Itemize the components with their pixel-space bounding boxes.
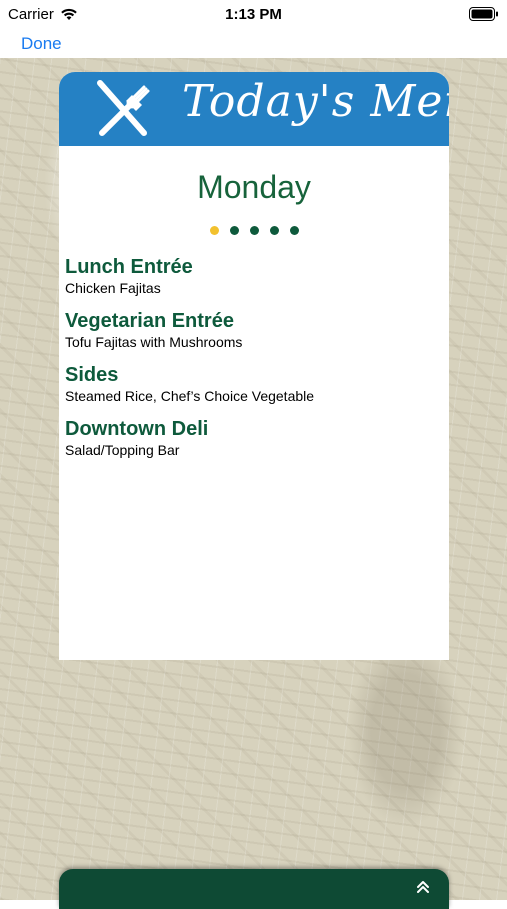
section-title: Downtown Deli (65, 418, 209, 440)
section-items: Salad/Topping Bar (65, 442, 180, 458)
page-dot-5[interactable] (289, 226, 299, 235)
page-dot-4[interactable] (269, 226, 279, 235)
page-dot-1[interactable] (209, 226, 219, 235)
page-indicator (59, 226, 449, 235)
status-time: 1:13 PM (225, 6, 282, 23)
battery-icon (469, 7, 498, 21)
header-title: Today's Menu (182, 76, 449, 127)
section-items: Chicken Fajitas (65, 280, 161, 296)
day-title: Monday (197, 169, 311, 205)
page-dot-3[interactable] (249, 226, 259, 235)
navigation-bar: Done (0, 28, 507, 58)
section-items: Steamed Rice, Chef’s Choice Vegetable (65, 388, 315, 404)
status-bar: Carrier 1:13 PM (0, 0, 507, 28)
menu-card: Today's Menu Monday Lunch Entrée Chicken… (59, 72, 449, 660)
menu-sections: Lunch Entrée Chicken Fajitas Vegetarian … (65, 255, 443, 471)
menu-section-lunch-entree: Lunch Entrée Chicken Fajitas (65, 255, 443, 297)
menu-section-sides: Sides Steamed Rice, Chef’s Choice Vegeta… (65, 363, 443, 405)
section-title: Sides (65, 364, 119, 386)
card-header: Today's Menu (59, 72, 449, 146)
chevron-double-up-icon[interactable] (416, 880, 430, 894)
menu-section-vegetarian-entree: Vegetarian Entrée Tofu Fajitas with Mush… (65, 309, 443, 351)
page-dot-2[interactable] (229, 226, 239, 235)
menu-section-downtown-deli: Downtown Deli Salad/Topping Bar (65, 417, 443, 459)
done-button[interactable]: Done (21, 34, 62, 54)
utensils-icon (97, 80, 150, 136)
section-items: Tofu Fajitas with Mushrooms (65, 334, 243, 350)
section-title: Lunch Entrée (65, 256, 193, 278)
bottom-drawer-handle[interactable] (59, 869, 449, 909)
section-title: Vegetarian Entrée (65, 310, 234, 332)
